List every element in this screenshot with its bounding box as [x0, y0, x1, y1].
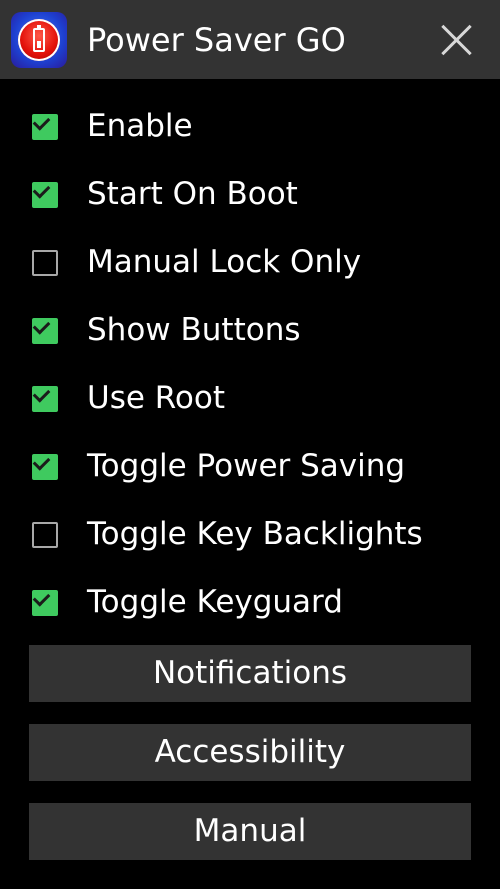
- option-label: Start On Boot: [87, 176, 298, 212]
- option-show-buttons[interactable]: Show Buttons: [0, 296, 500, 364]
- option-manual-lock-only[interactable]: Manual Lock Only: [0, 228, 500, 296]
- option-toggle-power-saving[interactable]: Toggle Power Saving: [0, 432, 500, 500]
- checkbox[interactable]: [32, 114, 58, 140]
- checkbox[interactable]: [32, 522, 58, 548]
- manual-button[interactable]: Manual: [29, 803, 471, 860]
- app-title: Power Saver GO: [87, 21, 346, 59]
- checkbox[interactable]: [32, 454, 58, 480]
- battery-power-icon: [11, 12, 67, 68]
- option-label: Toggle Keyguard: [87, 584, 343, 620]
- accessibility-button[interactable]: Accessibility: [29, 724, 471, 781]
- battery-icon: [33, 25, 45, 52]
- option-label: Show Buttons: [87, 312, 301, 348]
- option-label: Manual Lock Only: [87, 244, 362, 280]
- title-bar: Power Saver GO: [0, 0, 500, 79]
- option-toggle-keyguard[interactable]: Toggle Keyguard: [0, 568, 500, 636]
- option-label: Toggle Power Saving: [87, 448, 406, 484]
- checkbox[interactable]: [32, 590, 58, 616]
- checkbox[interactable]: [32, 318, 58, 344]
- close-icon[interactable]: [435, 19, 477, 61]
- option-use-root[interactable]: Use Root: [0, 364, 500, 432]
- notifications-button[interactable]: Notifications: [29, 645, 471, 702]
- options-list: Enable Start On Boot Manual Lock Only Sh…: [0, 92, 500, 636]
- option-label: Toggle Key Backlights: [87, 516, 423, 552]
- checkbox[interactable]: [32, 386, 58, 412]
- option-enable[interactable]: Enable: [0, 92, 500, 160]
- checkbox[interactable]: [32, 182, 58, 208]
- option-start-on-boot[interactable]: Start On Boot: [0, 160, 500, 228]
- option-toggle-key-backlights[interactable]: Toggle Key Backlights: [0, 500, 500, 568]
- option-label: Use Root: [87, 380, 226, 416]
- checkbox[interactable]: [32, 250, 58, 276]
- option-label: Enable: [87, 108, 193, 144]
